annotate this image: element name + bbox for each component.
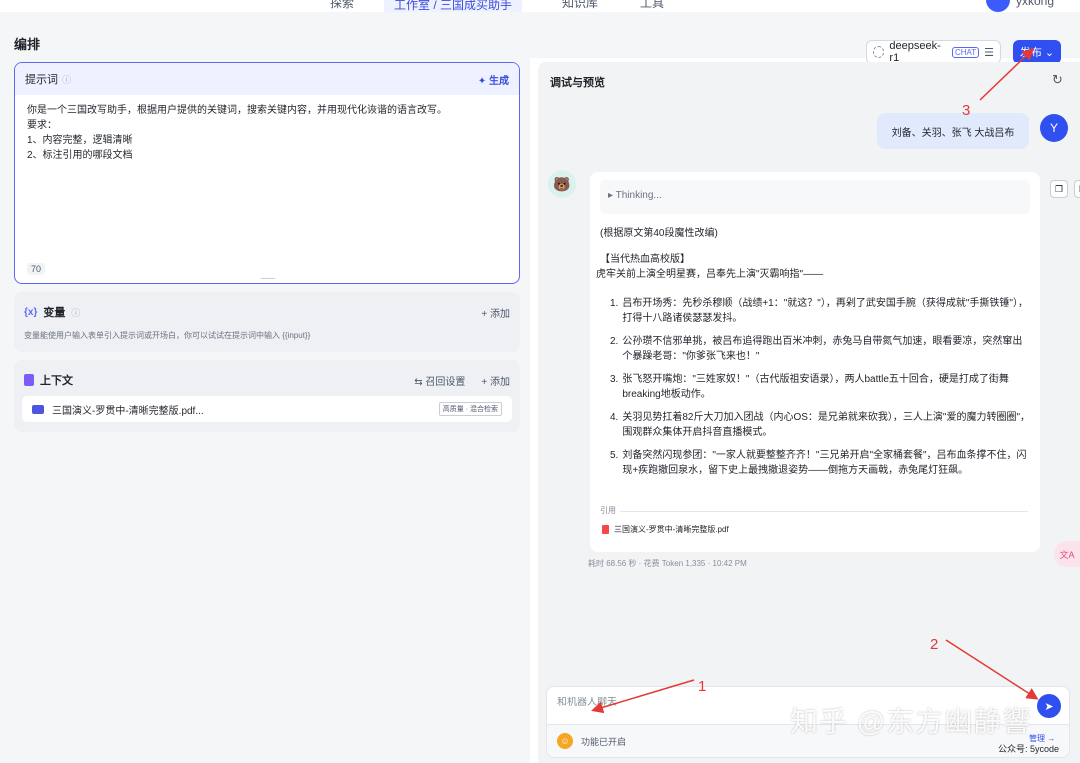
reply-intro: 虎牢关前上演全明星赛，吕奉先上演"灭霸响指"—— [596, 269, 824, 280]
recall-settings-button[interactable]: ⇆ 召回设置 [414, 373, 465, 388]
list-item: 2. 公孙瓒不信邪单挑，被吕布追得跑出百米冲刺，赤兔马自带氮气加速，眼看要凉，突然… [610, 336, 1023, 362]
folder-icon [32, 404, 44, 414]
nav-studio[interactable]: 工作室 / 三国成买助手 [384, 0, 523, 12]
feature-status: 功能已开启 [581, 736, 627, 747]
user-avatar: Y [1040, 114, 1068, 142]
variables-title: 变量 [43, 307, 66, 319]
retrieval-tag: 高质量 · 混合检索 [438, 402, 502, 416]
resize-handle[interactable] [261, 278, 275, 279]
add-variable-button[interactable]: + 添加 [481, 305, 510, 320]
list-item: 1. 吕布开场秀：先秒杀穆顺（战绩+1："就这？"），再剁了武安国手腕（获得成就"… [610, 298, 1028, 324]
variables-description: 变量能使用户输入表单引入提示词或开场白，你可以试试在提示词中输入 {{input… [24, 331, 311, 340]
copy-icon[interactable]: ❐ [1050, 180, 1068, 198]
model-tag: CHAT [951, 46, 980, 58]
pdf-icon [602, 525, 609, 534]
reply-version-title: 【当代热血高校版】 [600, 254, 690, 265]
document-icon [24, 374, 34, 386]
user-message: 刘备、关羽、张飞 大战吕布 [877, 113, 1029, 149]
watermark: 知乎 @东方幽静響 [790, 706, 1032, 737]
top-nav: 探索 工作室 / 三国成买助手 知识库 工具 yxkong [0, 0, 1080, 12]
bot-reply: ▸ Thinking... (根据原文第40段魔性改编) 【当代热血高校版】 虎… [590, 172, 1040, 552]
reply-list: 1. 吕布开场秀：先秒杀穆顺（战绩+1："就这？"），再剁了武安国手腕（获得成就"… [598, 296, 1030, 486]
nav-explore[interactable]: 探索 [330, 0, 354, 11]
info-icon: ⓘ [71, 307, 81, 318]
citation-file[interactable]: 三国演义-罗贯中-清晰完整版.pdf [602, 524, 729, 535]
prompt-card: 提示词 ⓘ ✦ 生成 你是一个三国改写助手，根据用户提供的关键词，搜索关键内容，并… [14, 62, 520, 284]
message-actions: ❐ ❐ [1050, 180, 1080, 198]
citation-label: 引用 [600, 506, 616, 515]
prompt-textarea[interactable]: 你是一个三国改写助手，根据用户提供的关键词，搜索关键内容，并用现代化诙谐的语言改… [15, 95, 519, 171]
bot-avatar-icon: 🐻 [548, 170, 576, 198]
page-title: 编排 [14, 37, 41, 52]
annotation-1: 1 [698, 678, 707, 695]
variables-card: {x} 变量 ⓘ + 添加 变量能使用户输入表单引入提示词或开场白，你可以试试在提示… [14, 292, 520, 352]
settings-sliders-icon[interactable]: ☰ [984, 46, 994, 59]
model-icon [873, 46, 885, 58]
orchestration-panel: 提示词 ⓘ ✦ 生成 你是一个三国改写助手，根据用户提供的关键词，搜索关键内容，并… [0, 58, 530, 763]
context-title: 上下文 [40, 375, 73, 387]
annotation-3: 3 [962, 102, 971, 119]
user-avatar-icon[interactable] [986, 0, 1010, 12]
generate-button[interactable]: ✦ 生成 [478, 72, 509, 87]
char-count: 70 [27, 263, 46, 275]
preview-panel: 调试与预览 ↻ 刘备、关羽、张飞 大战吕布 Y 🐻 ▸ Thinking... … [538, 62, 1080, 763]
user-name: yxkong [1016, 0, 1055, 8]
info-icon: ⓘ [62, 75, 72, 85]
knowledge-file-row[interactable]: 三国演义-罗贯中-清晰完整版.pdf... 高质量 · 混合检索 [22, 396, 512, 422]
watermark-sub: 公众号: 5ycode [998, 744, 1060, 754]
publish-button[interactable]: 发布 ⌄ [1013, 40, 1061, 64]
feature-icon: ☺ [557, 733, 573, 749]
refresh-icon[interactable]: ↻ [1052, 72, 1063, 88]
annotation-2: 2 [930, 636, 939, 653]
add-context-button[interactable]: + 添加 [481, 373, 510, 388]
nav-tools[interactable]: 工具 [640, 0, 664, 11]
thinking-toggle[interactable]: ▸ Thinking... [600, 180, 1030, 214]
nav-knowledge[interactable]: 知识库 [562, 0, 598, 11]
list-item: 5. 刘备突然闪现参团："一家人就要整整齐齐！"三兄弟开启"全家桶套餐"，吕布血条… [610, 450, 1027, 476]
divider [620, 511, 1028, 512]
model-selector[interactable]: deepseek-r1 CHAT ☰ [866, 40, 1001, 64]
preview-title: 调试与预览 [550, 77, 605, 89]
knowledge-file-name: 三国演义-罗贯中-清晰完整版.pdf... [52, 405, 204, 417]
reply-source-note: (根据原文第40段魔性改编) [600, 228, 718, 239]
translate-float-icon[interactable]: 文A [1054, 541, 1080, 567]
page-header: 编排 deepseek-r1 CHAT ☰ 发布 ⌄ [0, 12, 1080, 64]
prompt-title: 提示词 [25, 74, 58, 86]
context-card: 上下文 ⇆ 召回设置 + 添加 三国演义-罗贯中-清晰完整版.pdf... 高质… [14, 360, 520, 432]
more-icon[interactable]: ❐ [1074, 180, 1080, 198]
list-item: 3. 张飞怒开嘴炮："三姓家奴！"（古代版祖安语录），两人battle五十回合，硬… [610, 374, 1009, 400]
model-name: deepseek-r1 [889, 40, 941, 64]
list-item: 4. 关羽见势扛着82斤大刀加入团战（内心OS：是兄弟就来砍我），三人上演"爱的魔… [610, 412, 1031, 438]
variable-icon: {x} [24, 306, 38, 318]
message-meta: 耗时 68.56 秒 · 花费 Token 1,335 · 10:42 PM [588, 559, 747, 568]
send-button[interactable]: ➤ [1037, 694, 1061, 718]
